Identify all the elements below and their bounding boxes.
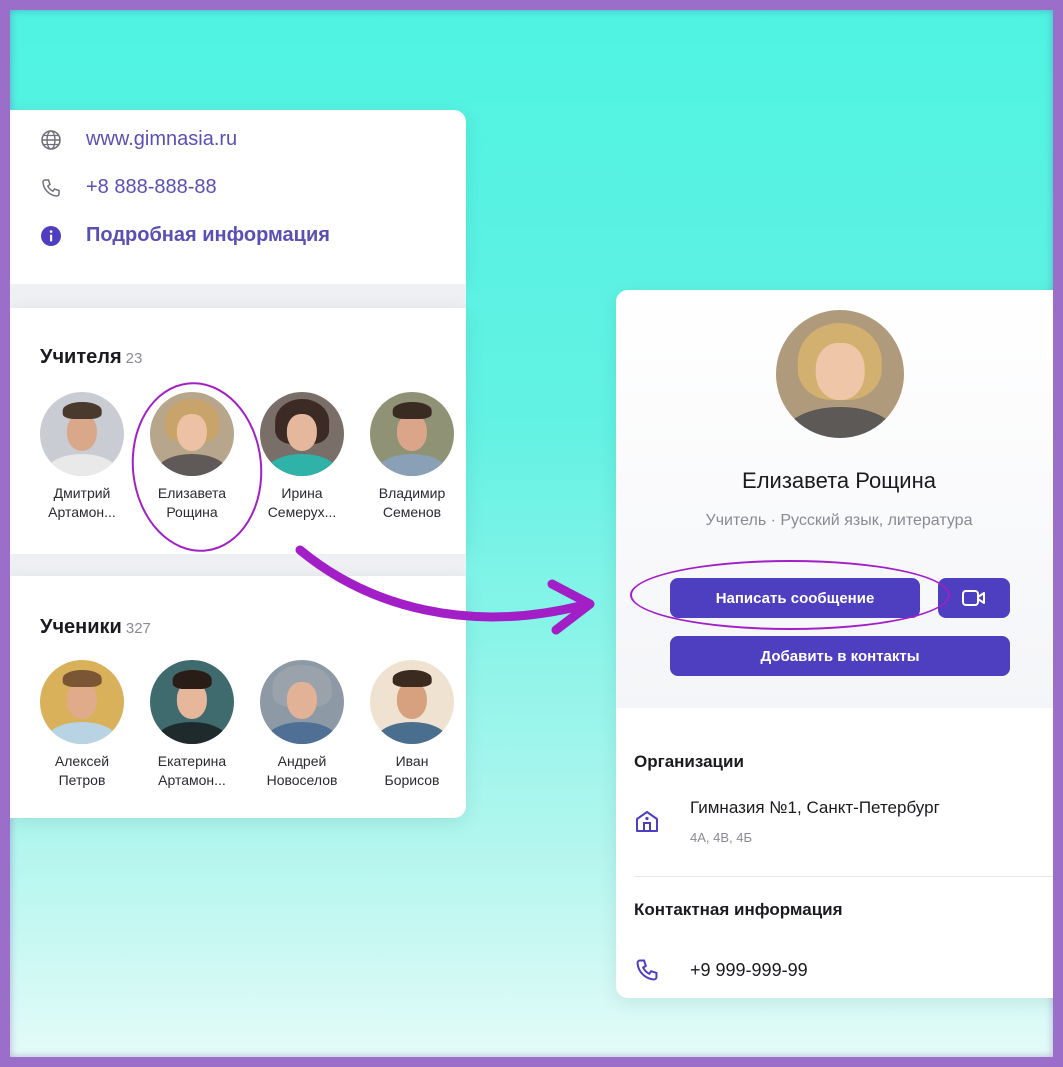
website-row[interactable]: www.gimnasia.ru <box>40 128 237 151</box>
organizations-title: Организации <box>634 752 744 771</box>
student-item[interactable]: Алексей Петров <box>30 660 134 790</box>
contact-info-title: Контактная информация <box>634 900 843 919</box>
divider <box>634 876 1053 877</box>
school-phone[interactable]: +8 888-888-88 <box>86 176 217 199</box>
student-item[interactable]: Андрей Новоселов <box>250 660 354 790</box>
profile-subtitle: Учитель · Русский язык, литература <box>705 512 973 529</box>
phone-icon <box>40 177 62 199</box>
avatar <box>370 660 454 744</box>
profile-avatar <box>776 310 904 438</box>
website-link[interactable]: www.gimnasia.ru <box>86 128 237 151</box>
teacher-name: Владимир Семенов <box>378 485 446 520</box>
card-separator <box>10 284 466 308</box>
phone-row[interactable]: +8 888-888-88 <box>40 176 217 199</box>
avatar <box>370 392 454 476</box>
teacher-item[interactable]: Ирина Семерух... <box>250 392 354 522</box>
teachers-title-text: Учителя <box>40 346 122 368</box>
avatar <box>40 392 124 476</box>
avatar <box>150 660 234 744</box>
details-row[interactable]: Подробная информация <box>40 224 330 247</box>
student-item[interactable]: Екатерина Артамон... <box>140 660 244 790</box>
teacher-name: Ирина Семерух... <box>267 485 337 520</box>
student-item[interactable]: Иван Борисов <box>360 660 464 790</box>
teachers-count: 23 <box>125 350 143 367</box>
school-contacts-card: www.gimnasia.ru +8 888-888-88 Подробная … <box>10 110 466 284</box>
add-to-contacts-button[interactable]: Добавить в контакты <box>670 636 1010 676</box>
profile-phone[interactable]: +9 999-999-99 <box>690 960 808 981</box>
student-name: Андрей Новоселов <box>266 753 338 788</box>
avatar <box>40 660 124 744</box>
student-name: Алексей Петров <box>54 753 110 788</box>
globe-icon <box>40 129 62 151</box>
school-building-icon <box>634 808 660 834</box>
avatar <box>260 392 344 476</box>
video-camera-icon <box>962 590 985 606</box>
organization-classes: 4А, 4В, 4Б <box>690 830 753 845</box>
student-name: Екатерина Артамон... <box>157 753 227 788</box>
screen-frame: www.gimnasia.ru +8 888-888-88 Подробная … <box>10 10 1053 1057</box>
teachers-title[interactable]: Учителя 23 <box>40 346 142 369</box>
teacher-item[interactable]: Дмитрий Артамон... <box>30 392 134 522</box>
teacher-name: Дмитрий Артамон... <box>48 485 116 520</box>
info-icon <box>40 225 62 247</box>
students-title-text: Ученики <box>40 616 122 638</box>
details-link[interactable]: Подробная информация <box>86 224 330 247</box>
student-name: Иван Борисов <box>384 753 440 788</box>
organization-name[interactable]: Гимназия №1, Санкт-Петербург <box>690 798 940 818</box>
annotation-oval-message <box>630 560 950 630</box>
students-count: 327 <box>125 620 151 637</box>
phone-icon <box>634 957 660 983</box>
teacher-item[interactable]: Владимир Семенов <box>360 392 464 522</box>
profile-name: Елизавета Рощина <box>742 468 936 493</box>
annotation-arrow <box>295 545 595 635</box>
avatar <box>260 660 344 744</box>
students-title[interactable]: Ученики 327 <box>40 616 151 639</box>
teacher-profile-card: Елизавета Рощина Учитель · Русский язык,… <box>616 290 1053 998</box>
